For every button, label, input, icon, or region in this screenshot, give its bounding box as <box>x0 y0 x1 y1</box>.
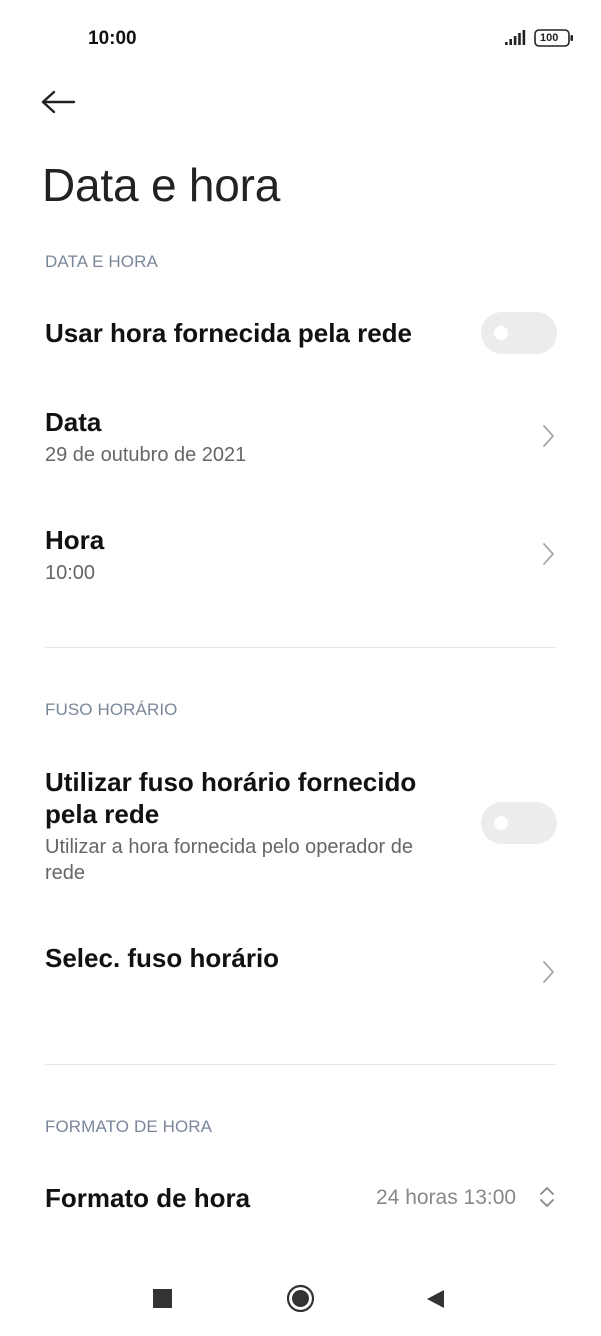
network-time-label: Usar hora fornecida pela rede <box>45 318 413 348</box>
chevron-right-icon <box>543 425 554 447</box>
toggle-knob <box>494 816 508 830</box>
time-format-value: 24 horas 13:00 <box>376 1186 517 1209</box>
home-icon[interactable] <box>286 1284 315 1313</box>
chevron-up-down-icon <box>540 1187 554 1207</box>
toggle-knob <box>494 326 508 340</box>
network-time-toggle[interactable] <box>481 312 557 354</box>
status-bar: 10:00 100 <box>0 0 601 76</box>
network-timezone-row[interactable]: Utilizar fuso horário fornecido pela red… <box>0 760 601 890</box>
back-button[interactable] <box>40 82 90 122</box>
network-timezone-label-line2: pela rede <box>45 799 160 829</box>
time-label: Hora <box>45 525 105 555</box>
time-value: 10:00 <box>45 562 96 584</box>
divider <box>45 647 556 648</box>
section-header-date-time: DATA E HORA <box>45 252 158 271</box>
select-timezone-row[interactable]: Selec. fuso horário <box>0 930 601 1014</box>
select-timezone-label: Selec. fuso horário <box>45 943 280 973</box>
time-format-label: Formato de hora <box>45 1183 251 1213</box>
navigation-bar <box>0 1270 601 1330</box>
section-header-time-format: FORMATO DE HORA <box>45 1117 213 1136</box>
network-timezone-desc-line2: rede <box>45 862 86 884</box>
arrow-left-icon <box>41 90 76 114</box>
back-triangle-icon[interactable] <box>425 1288 445 1310</box>
status-time: 10:00 <box>88 28 137 49</box>
network-timezone-label-line1: Utilizar fuso horário fornecido <box>45 767 417 797</box>
date-row[interactable]: Data 29 de outubro de 2021 <box>0 396 601 488</box>
signal-icon <box>505 30 526 45</box>
recents-icon[interactable] <box>153 1289 172 1308</box>
time-format-row[interactable]: Formato de hora 24 horas 13:00 <box>0 1168 601 1228</box>
network-timezone-desc-line1: Utilizar a hora fornecida pelo operador … <box>45 836 413 858</box>
page-title: Data e hora <box>42 159 281 211</box>
network-time-row[interactable]: Usar hora fornecida pela rede <box>0 300 601 366</box>
time-row[interactable]: Hora 10:00 <box>0 514 601 606</box>
date-value: 29 de outubro de 2021 <box>45 444 247 466</box>
battery-icon: 100 <box>534 29 574 47</box>
divider <box>45 1064 556 1065</box>
chevron-right-icon <box>543 961 554 983</box>
date-label: Data <box>45 407 102 437</box>
network-timezone-toggle[interactable] <box>481 802 557 844</box>
section-header-timezone: FUSO HORÁRIO <box>45 700 178 719</box>
chevron-right-icon <box>543 543 554 565</box>
battery-level: 100 <box>540 32 559 44</box>
